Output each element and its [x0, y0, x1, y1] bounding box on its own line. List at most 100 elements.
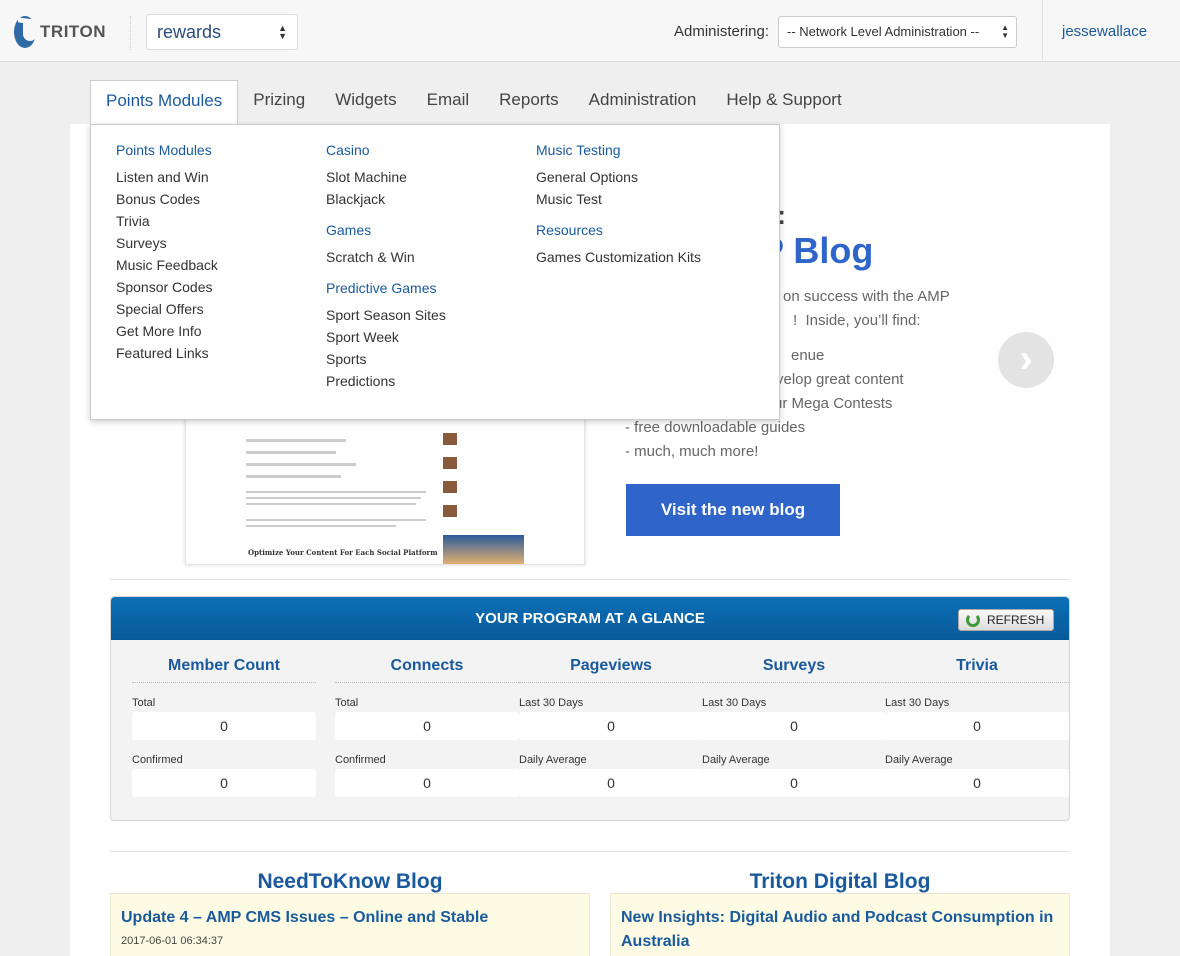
administering-label: Administering:	[674, 23, 770, 40]
tab-points-modules[interactable]: Points Modules	[90, 80, 239, 125]
glance-field-value: 0	[885, 712, 1069, 740]
blog-post-link[interactable]: Update 4 – AMP CMS Issues – Online and S…	[121, 906, 579, 930]
select-arrows-icon: ▲ ▼	[278, 23, 287, 41]
glance-column-member-count: Member Count Total 0 Confirmed 0	[132, 657, 316, 797]
menu-heading[interactable]: Music Testing	[536, 142, 701, 164]
select-arrows-icon: ▲ ▼	[1001, 23, 1009, 40]
points-modules-dropdown: Points Modules Listen and Win Bonus Code…	[90, 124, 780, 420]
menu-heading[interactable]: Predictive Games	[326, 280, 446, 302]
glance-field-value: 0	[702, 769, 886, 797]
program-glance-panel: YOUR PROGRAM AT A GLANCE REFRESH Member …	[110, 596, 1070, 821]
menu-column-music-resources: Music Testing General Options Music Test…	[536, 142, 701, 271]
banner-text-line: on success with the AMP	[783, 288, 950, 305]
divider	[1042, 0, 1043, 62]
tab-help-support[interactable]: Help & Support	[711, 80, 856, 125]
carousel-next-icon[interactable]: ›	[998, 332, 1054, 388]
glance-column-title: Trivia	[885, 657, 1069, 683]
menu-item[interactable]: Bonus Codes	[116, 191, 218, 213]
triton-logo-icon	[14, 16, 38, 48]
user-menu-link[interactable]: jessewallace	[1062, 23, 1147, 40]
glance-column-connects: Connects Total 0 Confirmed 0	[335, 657, 519, 797]
menu-heading[interactable]: Points Modules	[116, 142, 218, 164]
needtoknow-blog-title: NeedToKnow Blog	[257, 870, 443, 893]
divider	[130, 16, 131, 50]
glance-column-title: Member Count	[132, 657, 316, 683]
refresh-label: REFRESH	[987, 613, 1045, 627]
menu-heading[interactable]: Resources	[536, 222, 701, 244]
logo-text: TRITON	[40, 22, 106, 41]
triton-blog-title: Triton Digital Blog	[749, 870, 931, 893]
site-select[interactable]: rewards ▲ ▼	[146, 14, 298, 50]
menu-heading[interactable]: Casino	[326, 142, 446, 164]
refresh-icon	[966, 613, 980, 627]
banner-text-line: - much, much more!	[625, 443, 759, 460]
divider	[110, 579, 1070, 580]
glance-column-surveys: Surveys Last 30 Days 0 Daily Average 0	[702, 657, 886, 797]
menu-heading[interactable]: Games	[326, 222, 446, 244]
menu-item[interactable]: Music Feedback	[116, 257, 218, 279]
glance-field-label: Daily Average	[702, 754, 770, 766]
menu-column-points-modules: Points Modules Listen and Win Bonus Code…	[116, 142, 218, 367]
menu-item[interactable]: Slot Machine	[326, 169, 446, 191]
banner-text-line: ur Mega Contests	[774, 395, 893, 412]
menu-column-casino-games: Casino Slot Machine Blackjack Games Scra…	[326, 142, 446, 395]
glance-field-value: 0	[519, 769, 703, 797]
tab-reports[interactable]: Reports	[484, 80, 574, 125]
blog-preview-heading: Optimize Your Content For Each Social Pl…	[248, 548, 438, 557]
glance-field-label: Last 30 Days	[519, 697, 584, 709]
tab-administration[interactable]: Administration	[574, 80, 712, 125]
menu-item[interactable]: Trivia	[116, 213, 218, 235]
banner-text-line: enue	[791, 347, 825, 364]
top-header: TRITON rewards ▲ ▼ Administering: -- Netw…	[0, 0, 1180, 62]
menu-item[interactable]: Featured Links	[116, 345, 218, 367]
glance-field-value: 0	[132, 712, 316, 740]
menu-item[interactable]: Sport Week	[326, 329, 446, 351]
tab-widgets[interactable]: Widgets	[320, 80, 411, 125]
tab-prizing[interactable]: Prizing	[238, 80, 320, 125]
needtoknow-blog-box: Update 4 – AMP CMS Issues – Online and S…	[110, 893, 590, 956]
banner-text-line: - free downloadable guides	[625, 419, 806, 436]
blog-preview-image: Optimize Your Content For Each Social Pl…	[185, 415, 585, 565]
refresh-button[interactable]: REFRESH	[958, 609, 1054, 631]
glance-field-label: Total	[335, 697, 359, 709]
triton-blog-box: New Insights: Digital Audio and Podcast …	[610, 893, 1070, 956]
menu-item[interactable]: General Options	[536, 169, 701, 191]
menu-item[interactable]: Surveys	[116, 235, 218, 257]
glance-field-value: 0	[702, 712, 886, 740]
glance-field-label: Daily Average	[885, 754, 953, 766]
admin-select[interactable]: -- Network Level Administration -- ▲ ▼	[778, 16, 1017, 48]
banner-text-line: velop great content	[776, 371, 904, 388]
menu-item[interactable]: Predictions	[326, 373, 446, 395]
menu-item[interactable]: Special Offers	[116, 301, 218, 323]
blog-post-link[interactable]: New Insights: Digital Audio and Podcast …	[621, 906, 1059, 954]
glance-field-label: Daily Average	[519, 754, 587, 766]
glance-title: YOUR PROGRAM AT A GLANCE	[475, 610, 705, 627]
glance-field-label: Confirmed	[335, 754, 386, 766]
glance-field-label: Last 30 Days	[702, 697, 767, 709]
glance-column-pageviews: Pageviews Last 30 Days 0 Daily Average 0	[519, 657, 703, 797]
palm-image	[443, 535, 524, 564]
menu-item[interactable]: Games Customization Kits	[536, 249, 701, 271]
divider	[110, 851, 1070, 852]
glance-field-value: 0	[519, 712, 703, 740]
visit-blog-button[interactable]: Visit the new blog	[626, 484, 840, 536]
menu-item[interactable]: Listen and Win	[116, 169, 218, 191]
glance-field-value: 0	[885, 769, 1069, 797]
glance-column-title: Connects	[335, 657, 519, 683]
glance-field-label: Last 30 Days	[885, 697, 950, 709]
tab-email[interactable]: Email	[412, 80, 485, 125]
glance-column-title: Pageviews	[519, 657, 703, 683]
menu-item[interactable]: Sports	[326, 351, 446, 373]
menu-item[interactable]: Get More Info	[116, 323, 218, 345]
menu-item[interactable]: Music Test	[536, 191, 701, 213]
menu-item[interactable]: Scratch & Win	[326, 249, 446, 271]
glance-header: YOUR PROGRAM AT A GLANCE REFRESH	[111, 597, 1069, 640]
blog-post-date: 2017-06-01 06:34:37	[121, 935, 224, 947]
main-nav: Points Modules Prizing Widgets Email Rep…	[90, 80, 857, 125]
glance-column-title: Surveys	[702, 657, 886, 683]
menu-item[interactable]: Sponsor Codes	[116, 279, 218, 301]
glance-field-label: Total	[132, 697, 156, 709]
menu-item[interactable]: Blackjack	[326, 191, 446, 213]
triton-logo[interactable]: TRITON	[14, 14, 106, 50]
menu-item[interactable]: Sport Season Sites	[326, 307, 446, 329]
